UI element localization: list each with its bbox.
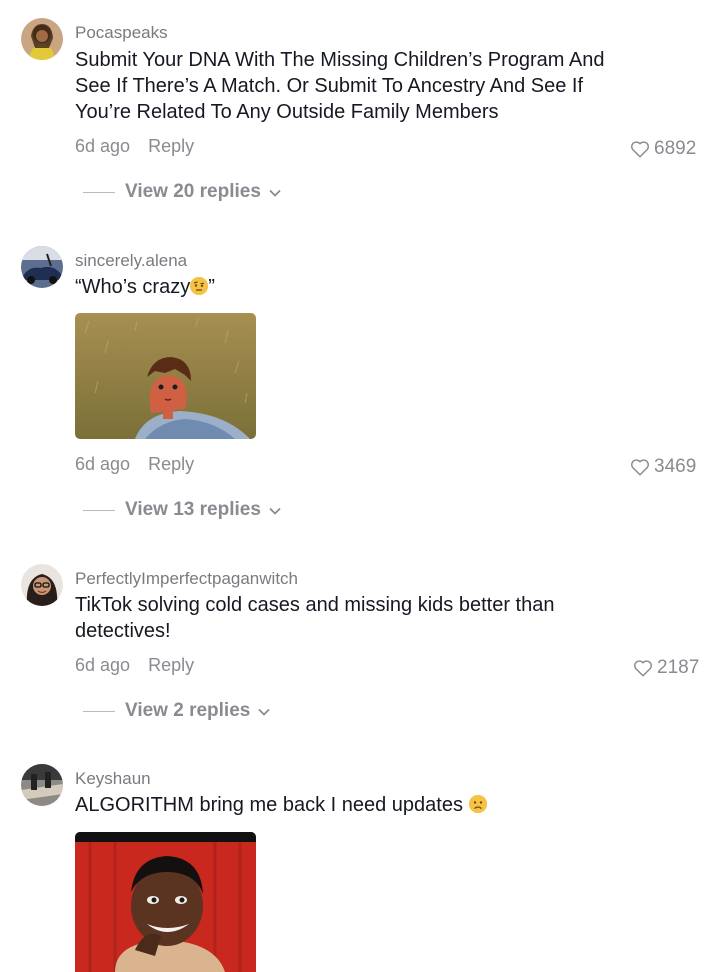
view-replies-label: View 2 replies: [125, 700, 251, 721]
view-replies-button[interactable]: View 2 replies: [83, 700, 270, 722]
comment-meta: 6d ago Reply: [75, 454, 194, 475]
comment-text-part: ”: [208, 276, 215, 298]
like-count: 2187: [657, 657, 700, 678]
comment-text-part: ALGORITHM bring me back I need updates: [75, 794, 463, 816]
divider-line: [83, 509, 115, 511]
comment-image[interactable]: [75, 313, 256, 439]
comment-text-part: “Who’s crazy: [75, 276, 191, 298]
comment-time: 6d ago: [75, 655, 131, 675]
like-button[interactable]: 6892: [630, 138, 696, 160]
chevron-down-icon: [269, 499, 281, 521]
heart-icon: [630, 458, 650, 476]
view-replies-button[interactable]: View 20 replies: [83, 181, 281, 203]
comment-text: “Who’s crazy ”: [75, 274, 635, 300]
chevron-down-icon: [258, 700, 270, 722]
reply-button[interactable]: Reply: [148, 454, 194, 474]
view-replies-label: View 20 replies: [125, 181, 261, 202]
chevron-down-icon: [269, 181, 281, 203]
avatar[interactable]: [21, 18, 63, 60]
comment-image[interactable]: [75, 832, 256, 972]
view-replies-label: View 13 replies: [125, 499, 261, 520]
frowning-face-emoji-icon: [468, 795, 487, 813]
comment-time: 6d ago: [75, 454, 131, 474]
divider-line: [83, 191, 115, 193]
like-count: 3469: [654, 456, 697, 477]
divider-line: [83, 710, 115, 712]
raised-eyebrow-emoji-icon: [190, 277, 209, 295]
like-button[interactable]: 2187: [633, 657, 699, 679]
avatar[interactable]: [21, 564, 63, 606]
comment-text: ALGORITHM bring me back I need updates: [75, 792, 635, 818]
avatar[interactable]: [21, 246, 63, 288]
comment-meta: 6d ago Reply: [75, 136, 194, 157]
reply-button[interactable]: Reply: [148, 136, 194, 156]
comment-text: TikTok solving cold cases and missing ki…: [75, 594, 555, 642]
avatar[interactable]: [21, 764, 63, 806]
like-button[interactable]: 3469: [630, 456, 696, 478]
view-replies-button[interactable]: View 13 replies: [83, 499, 281, 521]
comment-time: 6d ago: [75, 136, 131, 156]
reply-button[interactable]: Reply: [148, 655, 194, 675]
comment-username[interactable]: Pocaspeaks: [75, 23, 168, 43]
heart-icon: [633, 659, 653, 677]
like-count: 6892: [654, 138, 697, 159]
heart-icon: [630, 140, 650, 158]
comment-username[interactable]: PerfectlyImperfectpaganwitch: [75, 569, 298, 589]
comment-text: Submit Your DNA With The Missing Childre…: [75, 49, 605, 123]
comment-meta: 6d ago Reply: [75, 655, 194, 676]
comment-username[interactable]: Keyshaun: [75, 769, 151, 789]
comment-username[interactable]: sincerely.alena: [75, 251, 187, 271]
